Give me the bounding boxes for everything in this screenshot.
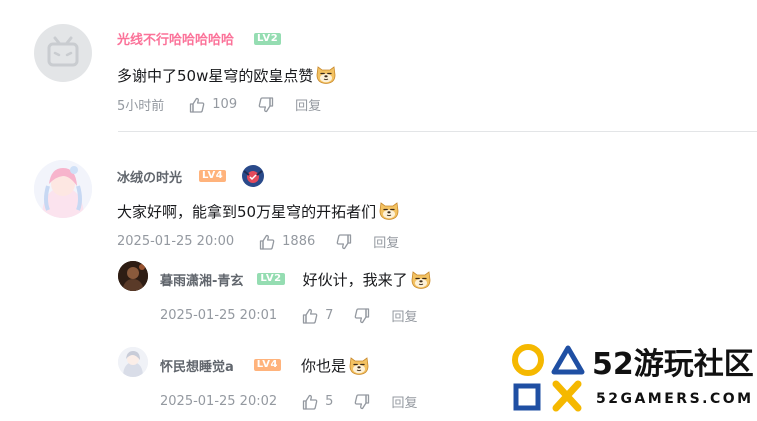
reply-button[interactable]: 回复	[391, 306, 417, 325]
dislike-icon[interactable]	[353, 307, 371, 325]
reply-header: 怀民想睡觉a LV4 你也是	[160, 354, 370, 376]
reply-time: 2025-01-25 20:02	[160, 394, 278, 409]
dislike-icon[interactable]	[257, 96, 275, 114]
doge-emoji-icon	[315, 63, 337, 85]
username[interactable]: 怀民想睡觉a	[160, 356, 234, 375]
dislike-icon[interactable]	[335, 233, 353, 251]
divider	[118, 131, 757, 132]
like-count: 7	[325, 308, 334, 323]
level-badge: LV4	[199, 170, 227, 182]
like-icon[interactable]	[301, 393, 319, 411]
comment-content: 大家好啊，能拿到50万星穹的开拓者们	[117, 199, 400, 222]
avatar[interactable]	[34, 160, 92, 218]
like-count: 1886	[282, 234, 316, 249]
comment-time: 5小时前	[117, 99, 165, 114]
doge-emoji-icon	[348, 354, 370, 376]
doge-emoji-icon	[378, 199, 400, 221]
comment-time: 2025-01-25 20:00	[117, 234, 235, 249]
gamepad-buttons-icon	[512, 344, 585, 412]
avatar[interactable]	[34, 24, 92, 82]
like-icon[interactable]	[301, 307, 319, 325]
comment-meta: 2025-01-25 20:00 1886 回复	[117, 232, 399, 251]
username[interactable]: 光线不行哈哈哈哈哈	[117, 29, 234, 48]
dark-avatar-icon	[118, 261, 148, 291]
username[interactable]: 暮雨潇湘-青玄	[160, 270, 243, 289]
reply-button[interactable]: 回复	[391, 392, 417, 411]
comment-text: 多谢中了50w星穹的欧皇点赞	[117, 67, 314, 85]
comment-header: 光线不行哈哈哈哈哈 LV2	[117, 29, 282, 48]
like-icon[interactable]	[258, 233, 276, 251]
reply-button[interactable]: 回复	[295, 95, 321, 114]
medal-badge-icon	[242, 165, 265, 187]
username[interactable]: 冰绒の时光	[117, 167, 182, 186]
doge-emoji-icon	[410, 268, 432, 290]
reply-text: 好伙计，我来了	[302, 270, 408, 289]
like-icon[interactable]	[188, 96, 206, 114]
anime-avatar-icon	[34, 160, 92, 218]
like-count: 5	[325, 394, 334, 409]
reply-text: 你也是	[300, 356, 346, 375]
comment-text: 大家好啊，能拿到50万星穹的开拓者们	[117, 203, 377, 221]
watermark-subtitle: 52GAMERS.COM	[596, 391, 754, 407]
watermark-logo	[510, 342, 586, 418]
reply-meta: 2025-01-25 20:02 5 回复	[160, 392, 417, 411]
like-count: 109	[212, 97, 238, 112]
comment-content: 多谢中了50w星穹的欧皇点赞	[117, 63, 337, 86]
anime-avatar-icon	[118, 347, 148, 377]
reply-meta: 2025-01-25 20:01 7 回复	[160, 306, 417, 325]
reply-avatar[interactable]	[118, 347, 148, 377]
reply-time: 2025-01-25 20:01	[160, 308, 278, 323]
comment-header: 冰绒の时光 LV4	[117, 163, 266, 189]
dislike-icon[interactable]	[353, 393, 371, 411]
comment-meta: 5小时前 109 回复	[117, 95, 321, 114]
reply-button[interactable]: 回复	[373, 232, 399, 251]
level-badge: LV2	[257, 273, 285, 285]
default-avatar-icon	[47, 36, 79, 67]
watermark-title: 52游玩社区	[592, 347, 754, 382]
level-badge: LV2	[254, 32, 282, 45]
reply-header: 暮雨潇湘-青玄 LV2 好伙计，我来了	[160, 268, 432, 290]
level-badge: LV4	[253, 359, 281, 371]
reply-avatar[interactable]	[118, 261, 148, 291]
